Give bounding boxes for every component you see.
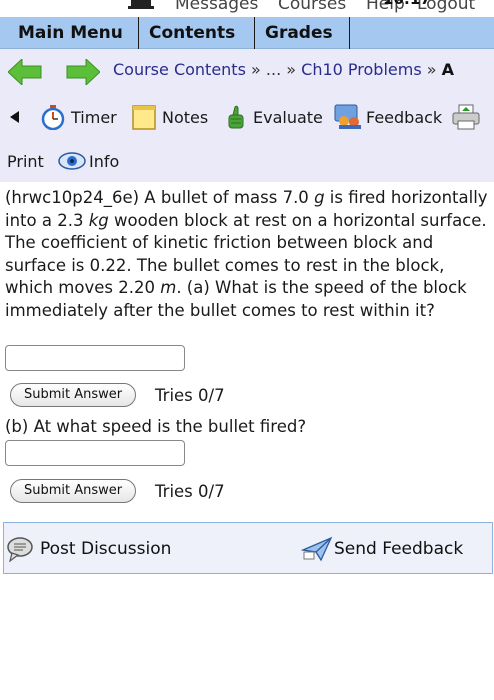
printer-icon[interactable] [452, 104, 480, 130]
stopwatch-icon [41, 105, 65, 130]
messages-icon[interactable] [128, 0, 154, 10]
evaluate-button[interactable]: Evaluate [226, 104, 323, 130]
speech-bubble-icon [7, 537, 33, 562]
tab-contents[interactable]: Contents [139, 17, 255, 49]
bottom-action-bar: Post Discussion Send Feedback [3, 522, 493, 574]
notes-label: Notes [162, 107, 209, 127]
breadcrumb: Course Contents » ... » Ch10 Problems » … [113, 60, 454, 79]
thumbs-up-icon [228, 105, 244, 129]
info-eye-icon [58, 152, 86, 170]
tries-count-a: Tries 0/7 [155, 386, 225, 405]
tool-row: Timer Notes Evaluate Feedback [0, 104, 494, 130]
print-button[interactable]: Print [7, 148, 44, 174]
post-discussion-button[interactable]: Post Discussion [6, 536, 171, 562]
info-label: Info [89, 151, 120, 171]
submit-answer-a-button[interactable]: Submit Answer [10, 383, 137, 407]
tab-grades[interactable]: Grades [255, 17, 350, 49]
back-arrow-icon[interactable] [8, 59, 42, 85]
breadcrumb-course-contents[interactable]: Course Contents [113, 60, 246, 79]
answer-input-b[interactable] [5, 440, 185, 466]
breadcrumb-separator: » [426, 60, 437, 79]
notepad-icon [132, 105, 156, 130]
info-button[interactable]: Info [58, 148, 119, 174]
send-mail-icon [301, 536, 333, 562]
print-row: Print Info [0, 148, 494, 174]
tries-count-b: Tries 0/7 [155, 482, 225, 501]
courses-link[interactable]: Courses [278, 0, 346, 14]
breadcrumb-separator: » [286, 60, 297, 79]
status-time-overlay: 16:17 [383, 0, 431, 8]
messages-link[interactable]: Messages [175, 0, 258, 14]
evaluate-label: Evaluate [253, 107, 323, 127]
answer-input-a[interactable] [5, 345, 185, 371]
timer-label: Timer [71, 107, 117, 127]
part-b-question: (b) At what speed is the bullet fired? [5, 417, 307, 436]
breadcrumb-chapter[interactable]: Ch10 Problems [301, 60, 422, 79]
top-links: Messages Courses Help Logout 16:17 [0, 0, 494, 16]
feedback-button[interactable]: Feedback [334, 104, 442, 130]
post-discussion-label: Post Discussion [40, 539, 172, 559]
problem-text: A bullet of mass 7.0 [144, 188, 315, 207]
submit-answer-b-button[interactable]: Submit Answer [10, 479, 137, 503]
feedback-people-icon [334, 104, 361, 129]
unit-kilograms: kg [88, 210, 109, 230]
print-label: Print [7, 151, 44, 171]
forward-arrow-icon[interactable] [66, 59, 100, 85]
tab-main-menu[interactable]: Main Menu [8, 17, 139, 49]
timer-button[interactable]: Timer [40, 104, 117, 130]
feedback-label: Feedback [366, 107, 443, 127]
notes-button[interactable]: Notes [132, 104, 208, 130]
breadcrumb-separator: » [251, 60, 261, 79]
menu-bar: Main Menu Contents Grades [0, 17, 494, 49]
previous-triangle-icon[interactable] [10, 111, 19, 123]
send-feedback-button[interactable]: Send Feedback [301, 536, 463, 562]
send-feedback-label: Send Feedback [334, 539, 464, 559]
breadcrumb-ellipsis[interactable]: ... [266, 60, 281, 79]
breadcrumb-current: A [441, 60, 455, 79]
problem-statement: (hrwc10p24_6e) A bullet of mass 7.0 g is… [5, 187, 491, 323]
unit-meters: m [160, 278, 177, 298]
problem-code: (hrwc10p24_6e) [5, 188, 140, 207]
unit-grams: g [314, 188, 325, 207]
